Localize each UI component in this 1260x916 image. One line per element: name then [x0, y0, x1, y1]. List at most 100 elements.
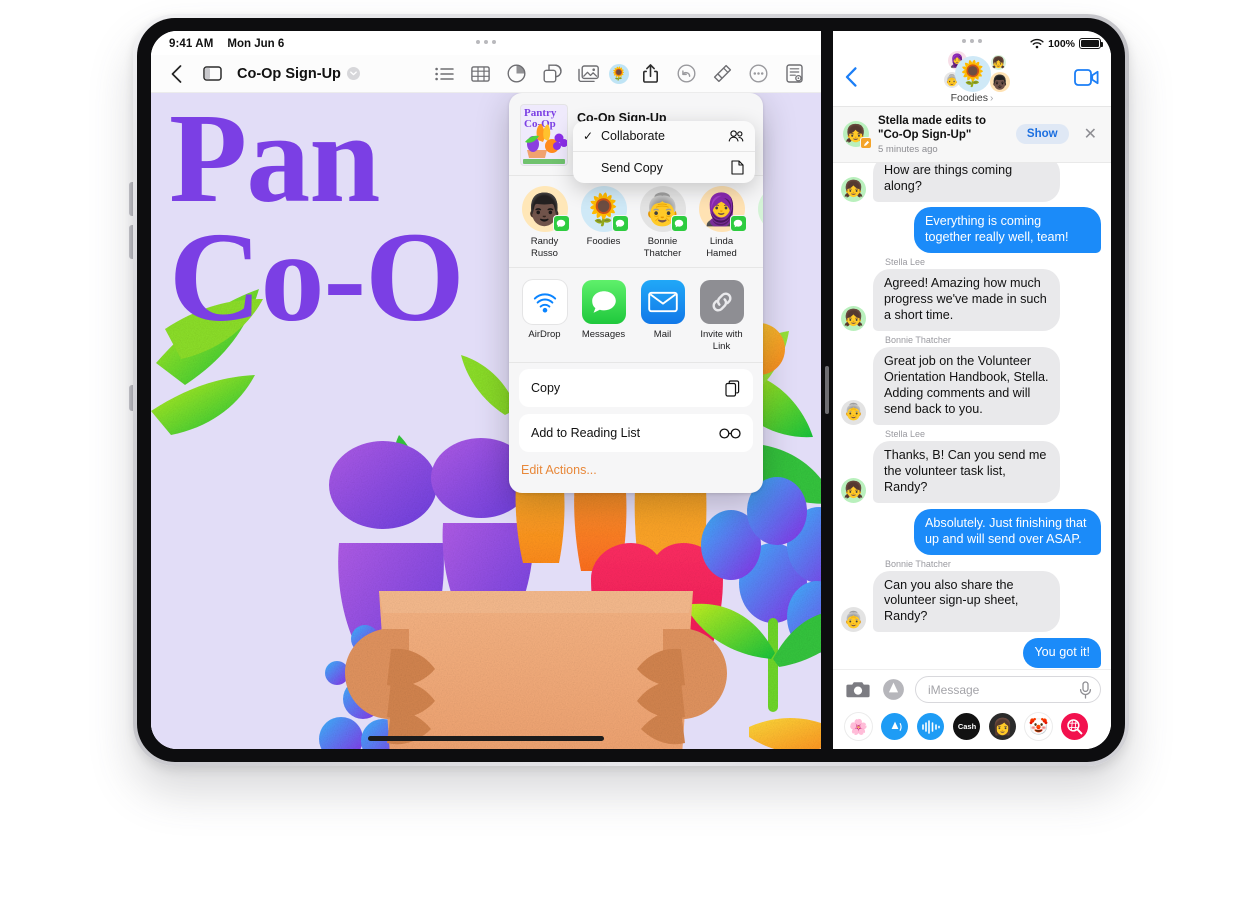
media-icon[interactable]	[573, 59, 603, 89]
chart-icon[interactable]	[501, 59, 531, 89]
back-button[interactable]	[159, 58, 193, 90]
message-thread[interactable]: 👧 How are things coming along? Everythin…	[833, 162, 1111, 669]
message-bubble[interactable]: Everything is coming together really wel…	[914, 206, 1101, 253]
share-sheet-popover[interactable]: Pantry Co-Op Sign-Up ✓ Collaborate Send …	[509, 93, 763, 494]
share-doc-thumbnail: Pantry Co-Op	[521, 105, 567, 165]
multitasking-control[interactable]	[476, 40, 496, 44]
split-view-handle[interactable]	[825, 366, 829, 414]
menu-item-collaborate[interactable]: ✓ Collaborate	[573, 121, 755, 152]
link-icon	[699, 280, 744, 325]
group-name[interactable]: Foodies ›	[951, 92, 994, 104]
photos-app-icon[interactable]: 🌸	[845, 713, 872, 740]
sidebar-toggle-button[interactable]	[195, 58, 229, 90]
message-bubble[interactable]: Can you also share the volunteer sign-up…	[873, 570, 1060, 633]
share-suggestions-row[interactable]: 👨🏿 Randy Russo 🌻 Foodies 👵 Bonnie Thatch…	[509, 175, 763, 267]
audio-message-icon[interactable]	[917, 713, 944, 740]
message-row[interactable]: 👧 Agreed! Amazing how much progress we'v…	[841, 268, 1101, 331]
messages-status-bar: 100%	[833, 31, 1111, 53]
suggestion-name-line2: Hamed	[706, 247, 737, 259]
banner-show-button[interactable]: Show	[1015, 124, 1069, 145]
message-row[interactable]: 👵 Can you also share the volunteer sign-…	[841, 570, 1101, 633]
share-app-airdrop[interactable]: AirDrop	[515, 280, 574, 352]
image-search-icon[interactable]	[1061, 713, 1088, 740]
shape-icon[interactable]	[537, 59, 567, 89]
pages-badge-icon	[860, 137, 872, 150]
format-brush-icon[interactable]	[707, 59, 737, 89]
list-icon[interactable]	[429, 59, 459, 89]
status-date: Mon Jun 6	[227, 38, 285, 50]
share-app-invite-link[interactable]: Invite with Link	[692, 280, 751, 352]
document-canvas[interactable]: Pan Co-O Pantry Co-Op Sign-Up ✓ Collabor…	[151, 93, 821, 749]
share-mode-menu[interactable]: ✓ Collaborate Send Copy	[573, 121, 755, 183]
pages-toolbar: Co-Op Sign-Up 🌻	[151, 55, 821, 93]
imessage-app-drawer[interactable]: 🌸 Apple CashCash 👩 🤡	[833, 708, 1111, 749]
collaboration-activity-banner[interactable]: 👧 Stella made edits to "Co-Op Sign-Up" 5…	[833, 107, 1111, 163]
share-app-messages[interactable]: Messages	[574, 280, 633, 352]
share-suggestion-linda[interactable]: 🧕 Linda Hamed	[692, 186, 751, 259]
camera-icon[interactable]	[845, 677, 871, 703]
device-screen: 9:41 AM Mon Jun 6 Co-Op Sign-Up 🌻 Pan Co…	[151, 31, 1111, 749]
apple-cash-icon[interactable]: Apple CashCash	[953, 713, 980, 740]
avatar: 👵	[841, 607, 866, 633]
memoji-stickers-icon[interactable]: 🤡	[1025, 713, 1052, 740]
document-options-icon[interactable]	[779, 59, 809, 89]
share-action-copy-label: Copy	[531, 381, 561, 396]
message-bubble[interactable]: Absolutely. Just finishing that up and w…	[914, 508, 1101, 555]
battery-percentage: 100%	[1048, 37, 1075, 50]
message-sender: Stella Lee	[885, 256, 926, 267]
message-bubble[interactable]: Thanks, B! Can you send me the volunteer…	[873, 440, 1060, 503]
microphone-icon[interactable]	[1079, 680, 1092, 699]
suggestion-name-line1: Foodies	[586, 236, 621, 247]
more-icon[interactable]	[743, 59, 773, 89]
group-conversation-header[interactable]: 🧕 👵 🌻 👧 👨🏿 Foodies ›	[935, 51, 1010, 104]
table-icon[interactable]	[465, 59, 495, 89]
app-store-icon[interactable]	[880, 677, 906, 703]
share-apps-row[interactable]: AirDrop Messages Mail Invite with Link	[509, 267, 763, 362]
ipad-device-frame: 9:41 AM Mon Jun 6 Co-Op Sign-Up 🌻 Pan Co…	[133, 14, 1129, 766]
banner-avatar: 👧	[843, 121, 872, 150]
share-action-copy[interactable]: Copy	[519, 369, 753, 408]
menu-item-send-copy[interactable]: Send Copy	[573, 152, 755, 183]
multitasking-control-messages[interactable]	[962, 39, 982, 43]
memoji-icon[interactable]: 👩	[989, 713, 1016, 740]
facetime-button[interactable]	[1074, 68, 1099, 91]
share-icon[interactable]	[635, 59, 665, 89]
share-app-label: Mail	[653, 329, 672, 341]
share-action-reading-list[interactable]: Add to Reading List	[519, 414, 753, 453]
share-app-mail[interactable]: Mail	[633, 280, 692, 352]
imessage-input[interactable]: iMessage	[915, 676, 1101, 703]
share-suggestion-foodies[interactable]: 🌻 Foodies	[574, 186, 633, 259]
message-bubble[interactable]: You got it!	[1023, 638, 1101, 669]
undo-icon[interactable]	[671, 59, 701, 89]
message-bubble[interactable]: Agreed! Amazing how much progress we've …	[873, 268, 1060, 331]
group-avatar-main: 🌻	[955, 56, 991, 92]
message-row[interactable]: 👧 How are things coming along?	[841, 162, 1101, 202]
group-avatar-randy: 👨🏿	[990, 72, 1010, 92]
message-bubble[interactable]: How are things coming along?	[873, 162, 1060, 202]
people-icon	[728, 130, 744, 142]
share-edit-actions[interactable]: Edit Actions...	[519, 452, 753, 493]
collaboration-avatar[interactable]: 🌻	[609, 63, 629, 84]
messages-back-button[interactable]	[845, 67, 857, 92]
message-sender: Stella Lee	[885, 428, 926, 439]
mail-icon	[640, 280, 685, 325]
chevron-down-icon[interactable]	[346, 67, 360, 80]
close-icon[interactable]: ✕	[1078, 124, 1103, 144]
home-indicator[interactable]	[368, 736, 604, 741]
message-row[interactable]: 👧 Thanks, B! Can you send me the volunte…	[841, 440, 1101, 503]
group-avatar-stella: 👧	[991, 55, 1006, 70]
message-row[interactable]: Absolutely. Just finishing that up and w…	[841, 508, 1101, 555]
share-suggestion-randy[interactable]: 👨🏿 Randy Russo	[515, 186, 574, 259]
split-view-divider[interactable]	[821, 31, 833, 749]
share-suggestion-more[interactable]: 👧	[751, 186, 763, 259]
message-row[interactable]: 👵 Great job on the Volunteer Orientation…	[841, 346, 1101, 425]
copy-icon	[725, 380, 740, 397]
message-row[interactable]: Everything is coming together really wel…	[841, 206, 1101, 253]
app-store-icon[interactable]	[881, 713, 908, 740]
message-bubble[interactable]: Great job on the Volunteer Orientation H…	[873, 346, 1060, 425]
messages-badge-icon	[670, 215, 688, 232]
message-row[interactable]: You got it!	[841, 638, 1101, 669]
share-suggestion-bonnie[interactable]: 👵 Bonnie Thatcher	[633, 186, 692, 259]
share-edit-actions-label: Edit Actions...	[521, 463, 597, 478]
document-title[interactable]: Co-Op Sign-Up	[237, 66, 360, 82]
